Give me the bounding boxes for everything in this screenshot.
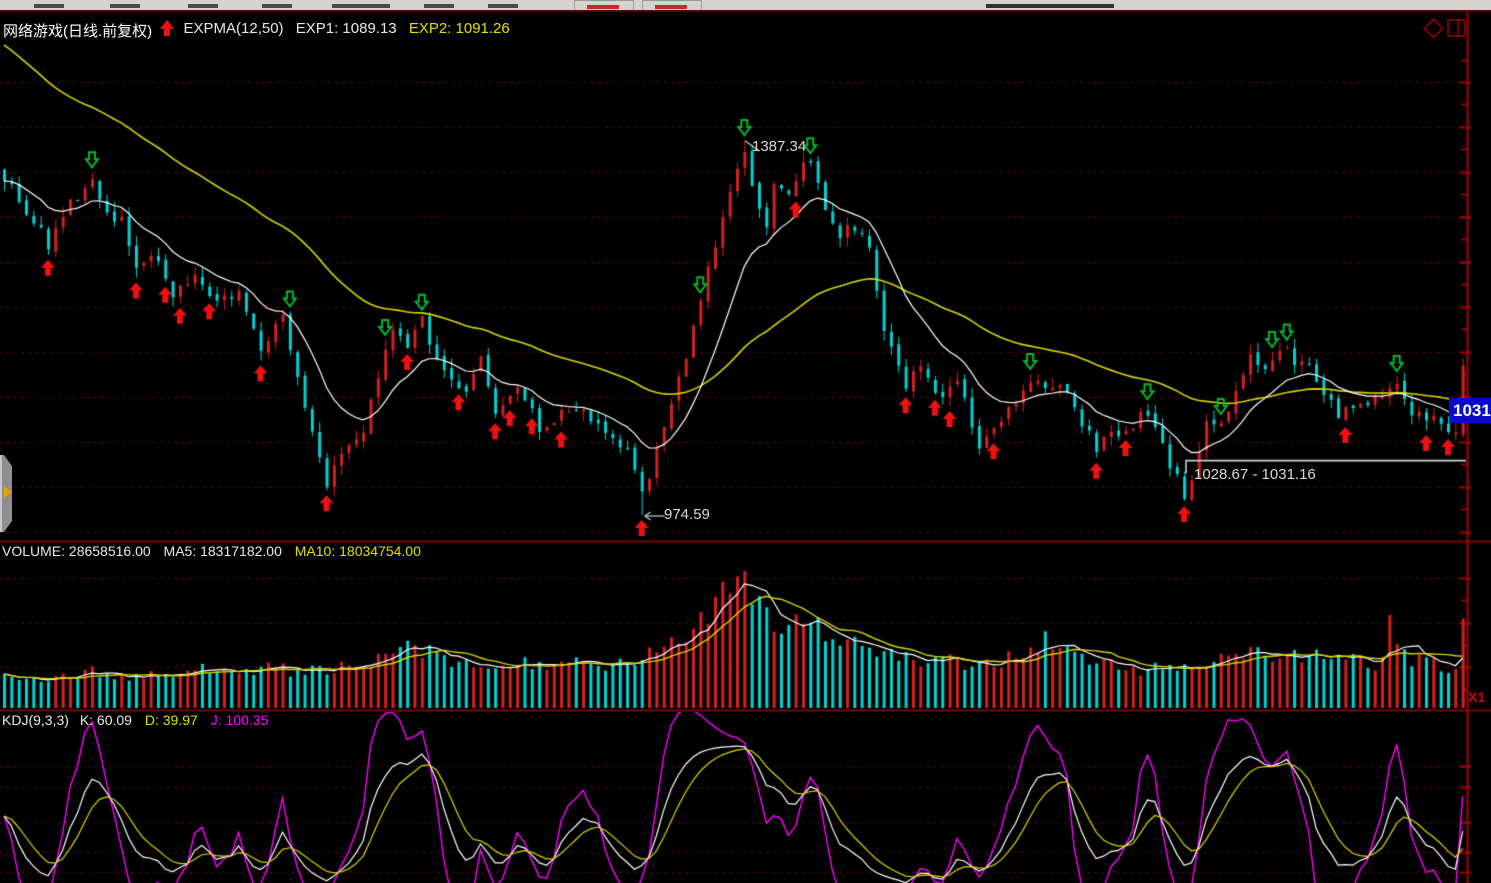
toolbar-button-fragment[interactable] [574, 0, 634, 11]
menu-item-fragment[interactable] [34, 4, 64, 8]
expand-triangle-icon [4, 486, 12, 498]
menu-item-fragment[interactable] [332, 4, 390, 8]
price-range-annotation: 1028.67 - 1031.16 [1194, 466, 1316, 483]
menu-item-fragment[interactable] [110, 4, 140, 8]
stock-app-window: 网络游戏(日线.前复权) EXPMA(12,50) EXP1: 1089.13 … [0, 0, 1491, 883]
menu-item-fragment[interactable] [262, 4, 292, 8]
toolbar-button-fragment[interactable] [642, 0, 702, 11]
x-scale-label[interactable]: X1 [1468, 689, 1485, 705]
statusbar-text-fragment [986, 4, 1114, 8]
menu-item-fragment[interactable] [188, 4, 218, 8]
sidebar-expand-handle[interactable] [0, 455, 14, 532]
menubar-clipped[interactable] [0, 0, 1491, 12]
current-price-tag: 1031.16 [1449, 398, 1491, 423]
chart-canvas[interactable] [0, 0, 1491, 883]
menu-item-fragment[interactable] [424, 4, 454, 8]
split-window-icon[interactable] [1447, 19, 1466, 37]
menu-item-fragment[interactable] [488, 4, 518, 8]
peak-price-annotation: 1387.34 [752, 138, 806, 155]
trough-price-annotation: 974.59 [664, 506, 710, 523]
